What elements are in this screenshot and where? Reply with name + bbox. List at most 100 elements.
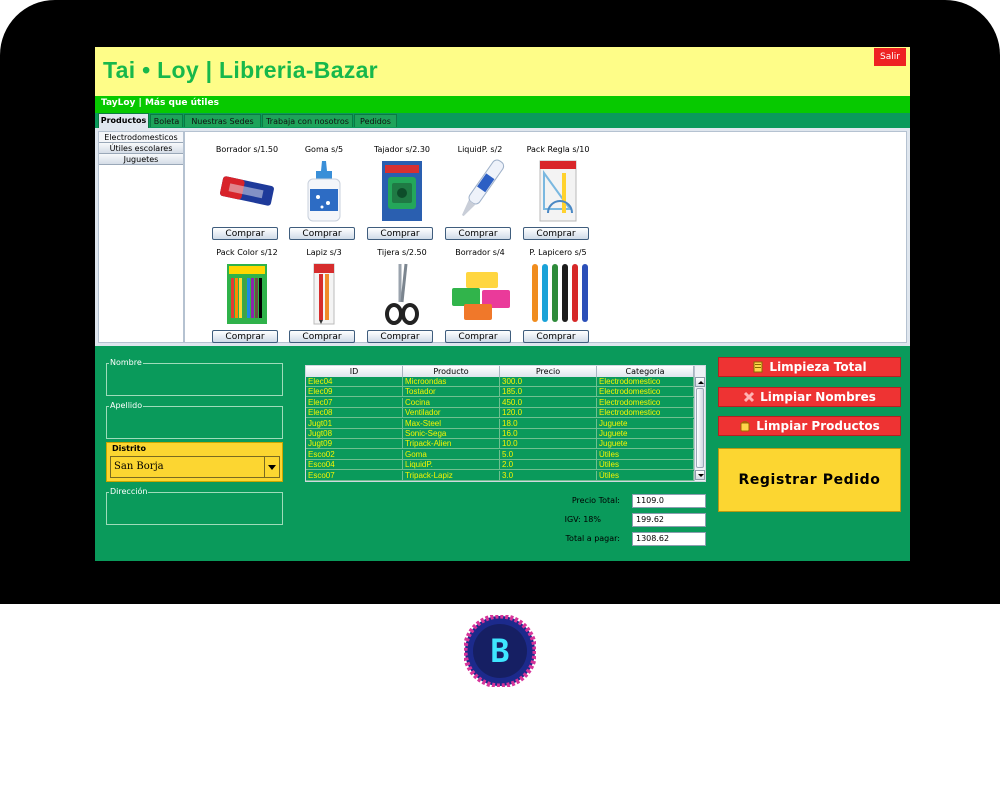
eraser-icon (220, 176, 274, 206)
table-row[interactable]: Elec08 Ventilador 120.0 Electrodomestico (306, 408, 694, 419)
scroll-down-icon[interactable] (695, 470, 705, 480)
table-cell: Cocina (403, 397, 500, 408)
table-cell: Goma (403, 449, 500, 460)
table-cell: 3.0 (500, 470, 597, 481)
precio-total-field[interactable]: 1109.0 (632, 494, 706, 508)
tab-nuestras-sedes[interactable]: Nuestras Sedes (184, 114, 261, 127)
table-cell: 120.0 (500, 408, 597, 419)
table-cell: 10.0 (500, 439, 597, 450)
buy-button[interactable]: Comprar (445, 227, 511, 240)
buy-button[interactable]: Comprar (367, 330, 433, 343)
column-header[interactable]: Categoria (597, 366, 694, 377)
column-header[interactable]: ID (306, 366, 403, 377)
table-row[interactable]: Esco02 Goma 5.0 Útiles (306, 449, 694, 460)
distrito-panel: Distrito San Borja (106, 442, 283, 482)
product-card: Tijera s/2.50 Comprar (367, 242, 437, 343)
logo-letter: B (490, 632, 509, 670)
table-row[interactable]: Esco07 Tripack-Lapiz 3.0 Útiles (306, 470, 694, 481)
exit-button[interactable]: Salir (874, 48, 906, 66)
sharpener-icon (382, 161, 422, 221)
table-cell: Elec04 (306, 377, 403, 387)
category-juguetes[interactable]: Juguetes (99, 154, 183, 165)
table-cell: Juguete (597, 429, 694, 439)
product-label: Pack Regla s/10 (526, 145, 590, 154)
table-cell: Electrodomestico (597, 377, 694, 387)
limpieza-total-label: Limpieza Total (769, 360, 867, 374)
broom-icon (753, 361, 763, 373)
apellido-field[interactable]: Apellido (106, 401, 283, 439)
scroll-thumb[interactable] (696, 388, 704, 468)
buy-button[interactable]: Comprar (212, 227, 278, 240)
table-cell: Tripack-Alien (403, 439, 500, 450)
table-cell: 300.0 (500, 377, 597, 387)
table-cell: 2.0 (500, 460, 597, 471)
limpiar-productos-label: Limpiar Productos (756, 419, 880, 433)
distrito-select[interactable]: San Borja (110, 456, 280, 478)
bucket-icon (740, 421, 750, 432)
buy-button[interactable]: Comprar (523, 227, 589, 240)
orders-table[interactable]: ID Producto Precio Categoria Elec04 Micro… (305, 365, 706, 482)
limpiar-nombres-button[interactable]: Limpiar Nombres (718, 387, 901, 407)
product-card: Pack Regla s/10 Comprar (523, 139, 593, 240)
product-card: Goma s/5 Comprar (289, 139, 359, 240)
registrar-pedido-button[interactable]: Registrar Pedido (718, 448, 901, 512)
product-card: Lapiz s/3 Comprar (289, 242, 359, 343)
buy-button[interactable]: Comprar (289, 227, 355, 240)
table-row[interactable]: Jugt09 Tripack-Alien 10.0 Juguete (306, 439, 694, 450)
direccion-field[interactable]: Dirección (106, 487, 283, 525)
limpieza-total-button[interactable]: Limpieza Total (718, 357, 901, 377)
order-form: Nombre Apellido Distrito San Borja Direc… (95, 346, 910, 561)
table-row[interactable]: Elec07 Cocina 450.0 Electrodomestico (306, 397, 694, 408)
product-label: Goma s/5 (304, 145, 344, 154)
tab-boleta[interactable]: Boleta (150, 114, 183, 127)
table-row[interactable]: Elec04 Microondas 300.0 Electrodomestico (306, 377, 694, 387)
table-cell: 5.0 (500, 449, 597, 460)
table-row[interactable]: Elec09 Tostador 185.0 Electrodomestico (306, 387, 694, 398)
table-cell: 185.0 (500, 387, 597, 398)
nombre-field[interactable]: Nombre (106, 358, 283, 396)
tab-productos[interactable]: Productos (98, 113, 149, 128)
close-icon (744, 391, 755, 403)
table-cell: Elec09 (306, 387, 403, 398)
tab-trabaja-con-nosotros[interactable]: Trabaja con nosotros (262, 114, 353, 127)
table-cell: 450.0 (500, 397, 597, 408)
igv-field[interactable]: 199.62 (632, 513, 706, 527)
direccion-label: Dirección (109, 487, 149, 496)
limpiar-productos-button[interactable]: Limpiar Productos (718, 416, 901, 436)
table-row[interactable]: Jugt08 Sonic-Sega 16.0 Juguete (306, 429, 694, 439)
product-label: P. Lapicero s/5 (529, 248, 587, 257)
buy-button[interactable]: Comprar (289, 330, 355, 343)
category-utiles-escolares[interactable]: Útiles escolares (99, 143, 183, 154)
app-window: Tai • Loy | Libreria-Bazar Salir TayLoy … (95, 47, 910, 561)
category-list: Electrodomesticos Útiles escolares Jugue… (98, 131, 184, 343)
column-header[interactable]: Producto (403, 366, 500, 377)
table-row[interactable]: Esco04 LiquidP. 2.0 Útiles (306, 460, 694, 471)
category-electrodomesticos[interactable]: Electrodomesticos (99, 132, 183, 143)
product-label: Tajador s/2.30 (373, 145, 431, 154)
erasers-icon (452, 272, 510, 320)
buy-button[interactable]: Comprar (445, 330, 511, 343)
correction-pen-icon (461, 159, 505, 217)
column-header[interactable]: Precio (500, 366, 597, 377)
table-cell: Elec07 (306, 397, 403, 408)
table-cell: Útiles (597, 449, 694, 460)
product-label: Borrador s/1.50 (215, 145, 279, 154)
table-scrollbar[interactable] (694, 366, 705, 481)
table-cell: Juguete (597, 439, 694, 450)
products-grid: Borrador s/1.50 Comprar Goma s/5 Comprar… (184, 131, 907, 343)
product-card: Pack Color s/12 Comprar (212, 242, 282, 343)
distrito-value: San Borja (114, 461, 164, 472)
table-row[interactable]: Jugt01 Max-Steel 18.0 Juguete (306, 418, 694, 429)
table-cell: Ventilador (403, 408, 500, 419)
table-cell: Jugt08 (306, 429, 403, 439)
buy-button[interactable]: Comprar (212, 330, 278, 343)
tab-pedidos[interactable]: Pedidos (354, 114, 397, 127)
scroll-up-icon[interactable] (695, 377, 705, 387)
table-cell: Microondas (403, 377, 500, 387)
product-label: Tijera s/2.50 (377, 248, 427, 257)
total-field[interactable]: 1308.62 (632, 532, 706, 546)
table-cell: Útiles (597, 470, 694, 481)
buy-button[interactable]: Comprar (367, 227, 433, 240)
chevron-down-icon[interactable] (264, 457, 279, 477)
buy-button[interactable]: Comprar (523, 330, 589, 343)
